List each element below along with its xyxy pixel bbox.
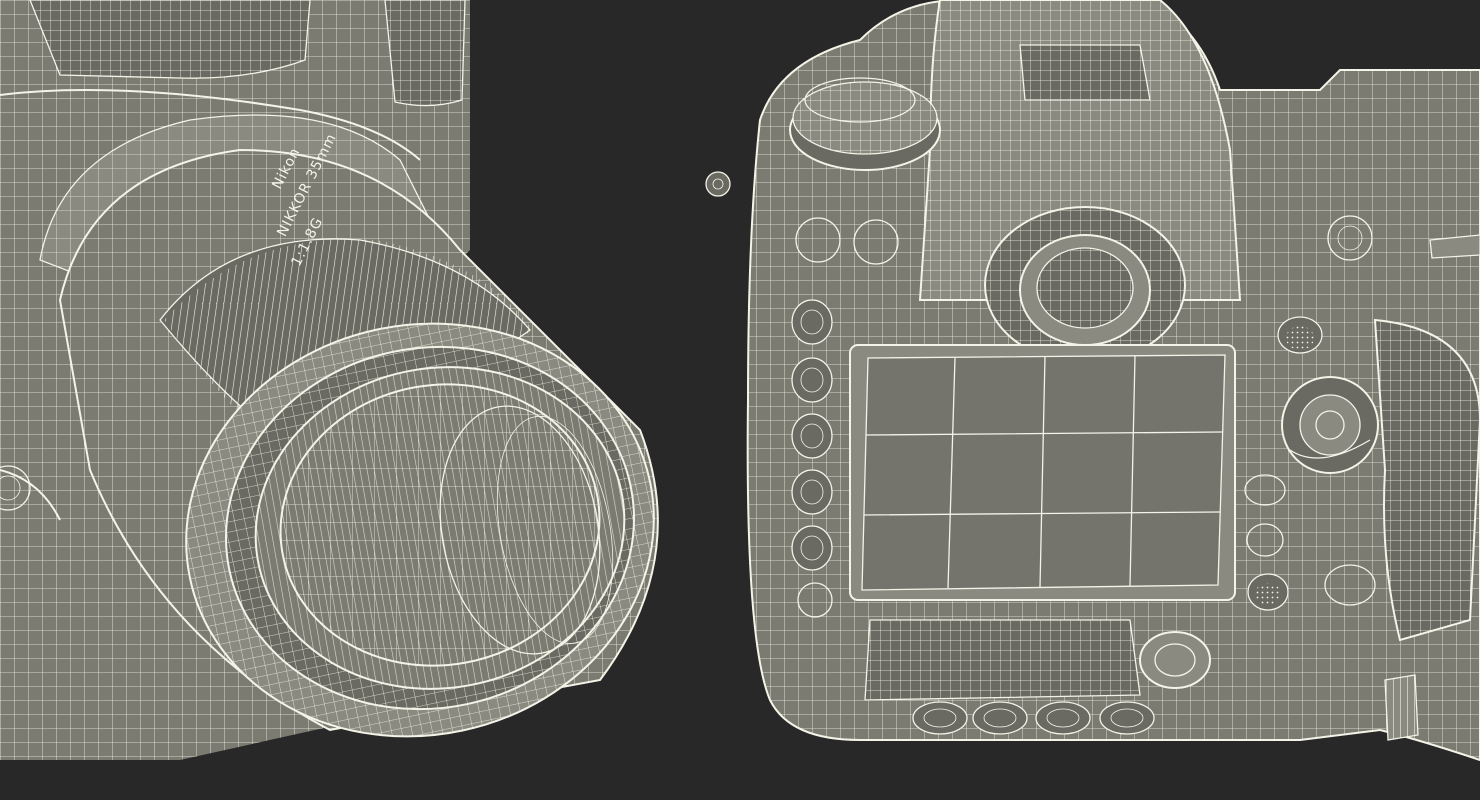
viewfinder-eyepiece	[984, 206, 1186, 364]
lcd-screen	[849, 344, 1236, 601]
right-camera-body	[705, 0, 1480, 762]
wireframe-scene: Nikon NIKKOR 35mm 1:1.8G	[0, 0, 1480, 762]
